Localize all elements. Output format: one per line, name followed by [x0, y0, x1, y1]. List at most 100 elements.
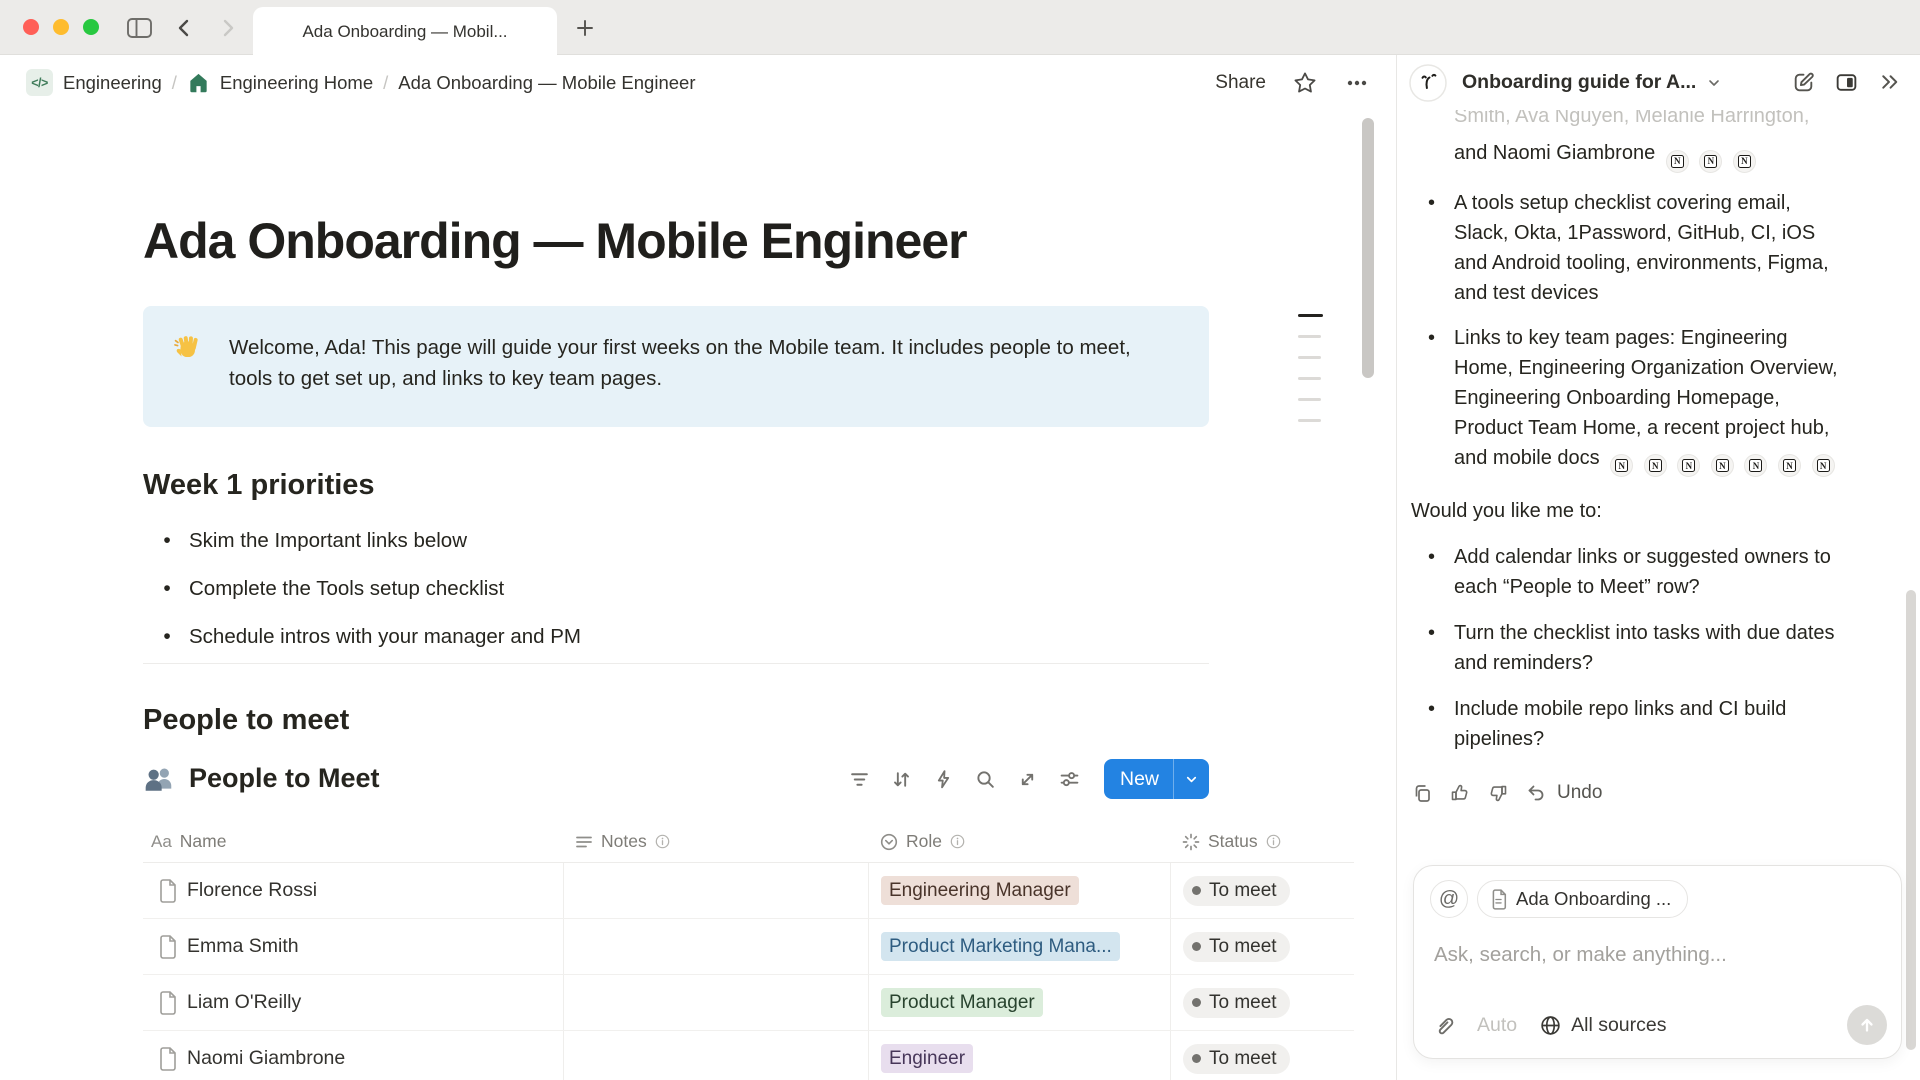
new-tab-button[interactable] — [570, 14, 600, 42]
people-busts-icon — [143, 764, 175, 794]
status-label: To meet — [1209, 936, 1277, 958]
search-icon[interactable] — [972, 765, 1000, 793]
active-tab[interactable]: Ada Onboarding — Mobil... — [253, 7, 557, 56]
thumbs-up-icon[interactable] — [1449, 782, 1471, 804]
column-header-status[interactable]: Status — [1170, 821, 1354, 862]
favorite-star-icon[interactable] — [1292, 70, 1318, 96]
automation-bolt-icon[interactable] — [930, 765, 958, 793]
main-scrollbar[interactable] — [1362, 118, 1374, 378]
notes-cell[interactable] — [563, 919, 868, 974]
auto-mode-label[interactable]: Auto — [1477, 1014, 1517, 1037]
globe-icon — [1539, 1014, 1562, 1037]
panel-layout-icon[interactable] — [1834, 70, 1859, 95]
status-cell[interactable]: To meet — [1170, 975, 1354, 1030]
attach-paperclip-icon[interactable] — [1432, 1014, 1455, 1037]
info-icon — [655, 834, 670, 849]
traffic-light-close[interactable] — [23, 19, 39, 35]
breadcrumb-current[interactable]: Ada Onboarding — Mobile Engineer — [398, 72, 695, 94]
page-content: Ada Onboarding — Mobile Engineer — [0, 110, 1396, 1080]
chevron-down-icon[interactable] — [1706, 75, 1722, 91]
new-chat-compose-icon[interactable] — [1791, 70, 1816, 95]
notion-page-chip-icon[interactable]: N — [1677, 454, 1700, 477]
mention-button[interactable]: @ — [1430, 880, 1468, 918]
breadcrumb-workspace[interactable]: Engineering — [63, 72, 162, 94]
all-sources-button[interactable]: All sources — [1539, 1014, 1666, 1037]
filter-icon[interactable] — [846, 765, 874, 793]
undo-label[interactable]: Undo — [1557, 778, 1602, 808]
traffic-light-minimize[interactable] — [53, 19, 69, 35]
table-row[interactable]: Emma Smith Product Marketing Mana... To … — [143, 919, 1354, 975]
notes-cell[interactable] — [563, 975, 868, 1030]
role-cell[interactable]: Engineering Manager — [868, 863, 1170, 918]
info-icon — [1266, 834, 1281, 849]
person-name: Naomi Giambrone — [187, 1047, 345, 1070]
undo-icon[interactable] — [1525, 782, 1547, 804]
notion-page-chip-icon[interactable]: N — [1711, 454, 1734, 477]
notion-page-chip-icon[interactable]: N — [1733, 150, 1756, 173]
notes-type-icon — [575, 833, 593, 851]
ai-input[interactable] — [1434, 938, 1854, 972]
notion-page-chip-icon[interactable]: N — [1812, 454, 1835, 477]
view-settings-icon[interactable] — [1056, 765, 1084, 793]
role-cell[interactable]: Product Marketing Mana... — [868, 919, 1170, 974]
sort-icon[interactable] — [888, 765, 916, 793]
send-button[interactable] — [1847, 1005, 1887, 1045]
table-row[interactable]: Naomi Giambrone Engineer To meet — [143, 1031, 1354, 1080]
forward-icon[interactable] — [214, 14, 242, 42]
notes-cell[interactable] — [563, 1031, 868, 1080]
week1-list: Skim the Important links below Complete … — [143, 517, 1209, 661]
ai-panel-header: Onboarding guide for A... — [1397, 55, 1920, 110]
breadcrumb-separator: / — [172, 72, 177, 94]
page-icon — [1490, 889, 1507, 910]
collapse-panel-icon[interactable] — [1877, 70, 1902, 95]
status-type-icon — [1182, 833, 1200, 851]
notes-cell[interactable] — [563, 863, 868, 918]
share-button[interactable]: Share — [1215, 72, 1266, 94]
table-header-row: Aa Name Notes — [143, 821, 1354, 863]
new-button[interactable]: New — [1104, 759, 1209, 799]
sidebar-toggle-icon[interactable] — [125, 14, 153, 42]
list-item: Schedule intros with your manager and PM — [143, 613, 1209, 661]
copy-icon[interactable] — [1411, 782, 1433, 804]
ai-thread-title[interactable]: Onboarding guide for A... — [1462, 71, 1696, 94]
list-item: Skim the Important links below — [143, 517, 1209, 565]
thumbs-down-icon[interactable] — [1487, 782, 1509, 804]
breadcrumb-separator: / — [383, 72, 388, 94]
expand-icon[interactable] — [1014, 765, 1042, 793]
callout-text: Welcome, Ada! This page will guide your … — [229, 332, 1159, 401]
workspace-code-icon: </> — [26, 69, 53, 96]
notion-page-chip-icon[interactable]: N — [1778, 454, 1801, 477]
context-page-chip[interactable]: Ada Onboarding ... — [1477, 880, 1688, 918]
table-row[interactable]: Florence Rossi Engineering Manager To me… — [143, 863, 1354, 919]
column-header-role[interactable]: Role — [868, 821, 1170, 862]
back-icon[interactable] — [170, 14, 198, 42]
notion-page-chip-icon[interactable]: N — [1610, 454, 1633, 477]
table-of-contents-indicator[interactable] — [1298, 314, 1323, 440]
notion-page-chip-icon[interactable]: N — [1644, 454, 1667, 477]
role-cell[interactable]: Product Manager — [868, 975, 1170, 1030]
column-header-name[interactable]: Aa Name — [143, 821, 563, 862]
more-options-icon[interactable] — [1344, 70, 1370, 96]
status-dot — [1192, 942, 1201, 951]
table-row[interactable]: Liam O'Reilly Product Manager To meet — [143, 975, 1354, 1031]
database-title[interactable]: People to Meet — [143, 763, 380, 794]
new-dropdown-chevron-icon[interactable] — [1174, 772, 1209, 787]
status-cell[interactable]: To meet — [1170, 1031, 1354, 1080]
page-icon — [157, 879, 177, 903]
role-cell[interactable]: Engineer — [868, 1031, 1170, 1080]
week1-heading: Week 1 priorities — [143, 469, 1209, 502]
ai-response-actions: Undo — [1411, 778, 1898, 808]
status-cell[interactable]: To meet — [1170, 919, 1354, 974]
notion-page-chip-icon[interactable]: N — [1666, 150, 1689, 173]
status-cell[interactable]: To meet — [1170, 863, 1354, 918]
traffic-light-zoom[interactable] — [83, 19, 99, 35]
column-header-notes[interactable]: Notes — [563, 821, 868, 862]
ai-composer[interactable]: @ Ada Onboarding ... Auto — [1413, 865, 1902, 1059]
notion-page-chip-icon[interactable]: N — [1699, 150, 1722, 173]
role-badge: Engineer — [881, 1044, 973, 1073]
ai-bullet: A tools setup checklist covering email, … — [1454, 188, 1846, 308]
status-dot — [1192, 998, 1201, 1007]
breadcrumb-parent[interactable]: Engineering Home — [220, 72, 373, 94]
ai-panel-scrollbar[interactable] — [1906, 590, 1916, 1050]
notion-page-chip-icon[interactable]: N — [1744, 454, 1767, 477]
